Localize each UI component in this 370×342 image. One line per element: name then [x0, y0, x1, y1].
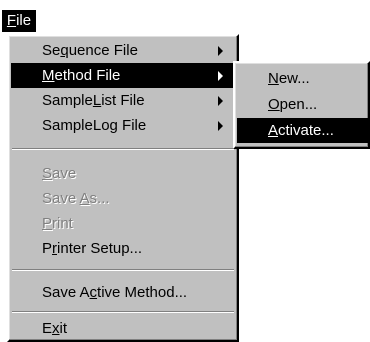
menu-item-printer-setup-pre: P	[42, 240, 53, 257]
menu-item-exit[interactable]: Exit	[11, 316, 235, 341]
menu-item-save-post: ave	[52, 165, 77, 182]
submenu-item-activate-post: ctivate...	[278, 122, 334, 139]
menu-item-method-file-post: ethod File	[54, 67, 121, 84]
menu-item-save-mnemonic: S	[42, 165, 53, 182]
submenu-item-open[interactable]: Open...	[237, 92, 368, 117]
menu-item-exit-pre: E	[42, 320, 53, 337]
submenu-arrow-icon	[218, 46, 223, 56]
menu-item-samplelist-file-post: ist File	[101, 92, 145, 109]
menu-item-save-active-method-mnemonic: c	[89, 284, 98, 301]
submenu-item-open-mnemonic: O	[268, 96, 280, 113]
menu-item-samplelog-file-mnemonic: g	[109, 117, 118, 134]
menu-item-print-mnemonic: P	[42, 215, 53, 232]
menu-item-sequence-file-pre: Se	[42, 42, 61, 59]
menu-separator	[12, 148, 234, 150]
menu-item-samplelist-file-mnemonic: L	[92, 92, 102, 109]
menu-item-printer-setup[interactable]: Printer Setup...	[11, 236, 235, 261]
menu-item-save-as: Save As...	[11, 186, 235, 211]
file-dropdown-menu: Sequence File Method File SampleList Fil…	[7, 34, 239, 342]
menu-item-samplelog-file-pre: SampleLo	[42, 117, 110, 134]
submenu-item-new-post: ew...	[278, 70, 310, 87]
menu-item-print-post: rint	[52, 215, 73, 232]
submenu-item-activate[interactable]: Activate...	[237, 118, 368, 143]
submenu-item-new-mnemonic: N	[268, 70, 279, 87]
menu-item-save-as-post: s...	[89, 190, 110, 207]
file-menu[interactable]: File	[2, 10, 36, 32]
menu-item-samplelog-file[interactable]: SampleLog File	[11, 113, 235, 138]
menu-separator	[12, 311, 234, 313]
menu-item-exit-post: it	[59, 320, 68, 337]
menu-item-samplelog-file-post: File	[117, 117, 147, 134]
method-file-submenu: New... Open... Activate...	[233, 61, 370, 149]
menu-item-sequence-file-mnemonic: q	[60, 42, 69, 59]
menu-item-save-as-pre: Save	[42, 190, 80, 207]
menu-item-printer-setup-post: inter Setup...	[57, 240, 143, 257]
submenu-arrow-icon	[218, 96, 223, 106]
menu-separator	[12, 269, 234, 271]
file-menu-mnemonic: F	[6, 12, 17, 29]
menu-item-print: Print	[11, 211, 235, 236]
file-menu-label-post: ile	[16, 12, 32, 29]
screenshot: File Sequence File Method File SampleLis…	[0, 0, 370, 342]
menu-item-sequence-file-post: uence File	[68, 42, 138, 59]
submenu-item-open-post: pen...	[279, 96, 318, 113]
menu-item-sequence-file[interactable]: Sequence File	[11, 38, 235, 63]
submenu-item-new[interactable]: New...	[237, 66, 368, 91]
submenu-item-activate-mnemonic: A	[268, 122, 279, 139]
menu-item-method-file[interactable]: Method File	[11, 63, 235, 88]
menu-item-save-active-method[interactable]: Save Active Method...	[11, 280, 235, 305]
menu-item-save-active-method-pre: Save A	[42, 284, 90, 301]
menu-item-save-active-method-post: tive Method...	[97, 284, 188, 301]
menu-item-method-file-mnemonic: M	[42, 67, 55, 84]
menu-item-samplelist-file-pre: Sample	[42, 92, 93, 109]
menu-item-save: Save	[11, 161, 235, 186]
submenu-arrow-icon	[218, 71, 223, 81]
menu-item-exit-mnemonic: x	[52, 320, 60, 337]
submenu-arrow-icon	[218, 121, 223, 131]
menu-item-save-as-mnemonic: A	[79, 190, 90, 207]
menu-item-samplelist-file[interactable]: SampleList File	[11, 88, 235, 113]
